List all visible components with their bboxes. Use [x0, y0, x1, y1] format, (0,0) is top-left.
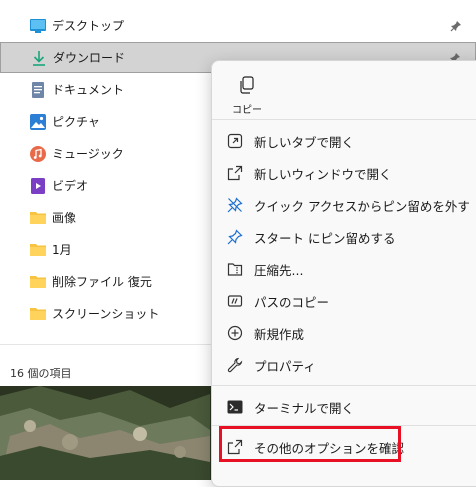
nav-item-label: デスクトップ [52, 19, 125, 33]
copy-icon [237, 75, 257, 95]
nav-item-desktop[interactable]: デスクトップ [0, 10, 476, 41]
document-icon [30, 81, 46, 98]
nav-item-label: ダウンロード [53, 51, 126, 65]
menu-item-copy-path[interactable]: パスのコピー [212, 285, 476, 317]
menu-item-label: プロパティ [254, 358, 316, 374]
pin-icon[interactable] [450, 20, 462, 32]
menu-item-label: パスのコピー [254, 294, 330, 310]
menu-item-pin-to-start[interactable]: スタート にピン留めする [212, 221, 476, 253]
menu-item-label: 新しいタブで開く [254, 134, 355, 150]
new-window-icon [226, 164, 244, 182]
folder-icon [30, 306, 46, 322]
menu-item-open-new-window[interactable]: 新しいウィンドウで開く [212, 157, 476, 189]
menu-item-compress[interactable]: 圧縮先... [212, 253, 476, 285]
nav-item-label: ミュージック [52, 147, 124, 161]
compress-icon [226, 260, 244, 278]
download-icon [31, 50, 47, 66]
menu-item-new[interactable]: 新規作成 [212, 317, 476, 349]
item-count: 16 個の項目 [10, 367, 72, 380]
nav-item-label: 削除ファイル 復元 [52, 275, 152, 289]
nav-item-label: 1月 [52, 243, 72, 257]
terminal-icon [226, 398, 244, 416]
menu-item-label: 新しいウィンドウで開く [254, 166, 392, 182]
unpin-icon [226, 196, 244, 214]
new-tab-icon [226, 132, 244, 150]
context-menu: コピー 新しいタブで開く 新しいウィンドウで開く クイック アクセスからピン留め… [211, 60, 476, 487]
nav-item-label: ピクチャ [52, 115, 100, 129]
copy-button[interactable]: コピー [224, 69, 270, 116]
highlight-annotation-box [219, 426, 401, 462]
menu-item-properties[interactable]: プロパティ [212, 349, 476, 381]
nav-item-label: ドキュメント [52, 83, 125, 97]
wrench-icon [226, 356, 244, 374]
nav-item-label: 画像 [52, 211, 77, 225]
pin-icon [226, 228, 244, 246]
menu-item-label: スタート にピン留めする [254, 230, 396, 246]
desktop-icon [30, 18, 46, 34]
folder-icon [30, 242, 46, 258]
video-icon [30, 177, 46, 194]
menu-item-label: ターミナルで開く [254, 400, 355, 416]
menu-item-label: クイック アクセスからピン留めを外す [254, 198, 470, 214]
menu-divider [212, 119, 476, 120]
menu-item-open-terminal[interactable]: ターミナルで開く [212, 391, 476, 423]
pictures-icon [30, 113, 46, 130]
copy-path-icon [226, 292, 244, 310]
folder-icon [30, 274, 46, 290]
copy-label: コピー [232, 105, 262, 116]
new-icon [226, 324, 244, 342]
menu-item-open-new-tab[interactable]: 新しいタブで開く [212, 125, 476, 157]
menu-item-label: 新規作成 [254, 326, 305, 342]
folder-icon [30, 210, 46, 226]
music-icon [30, 145, 46, 162]
menu-divider [212, 385, 476, 386]
menu-item-unpin-quick-access[interactable]: クイック アクセスからピン留めを外す [212, 189, 476, 221]
nav-item-label: ビデオ [52, 179, 89, 193]
menu-item-label: 圧縮先... [254, 262, 304, 278]
nav-item-label: スクリーンショット [52, 307, 160, 321]
